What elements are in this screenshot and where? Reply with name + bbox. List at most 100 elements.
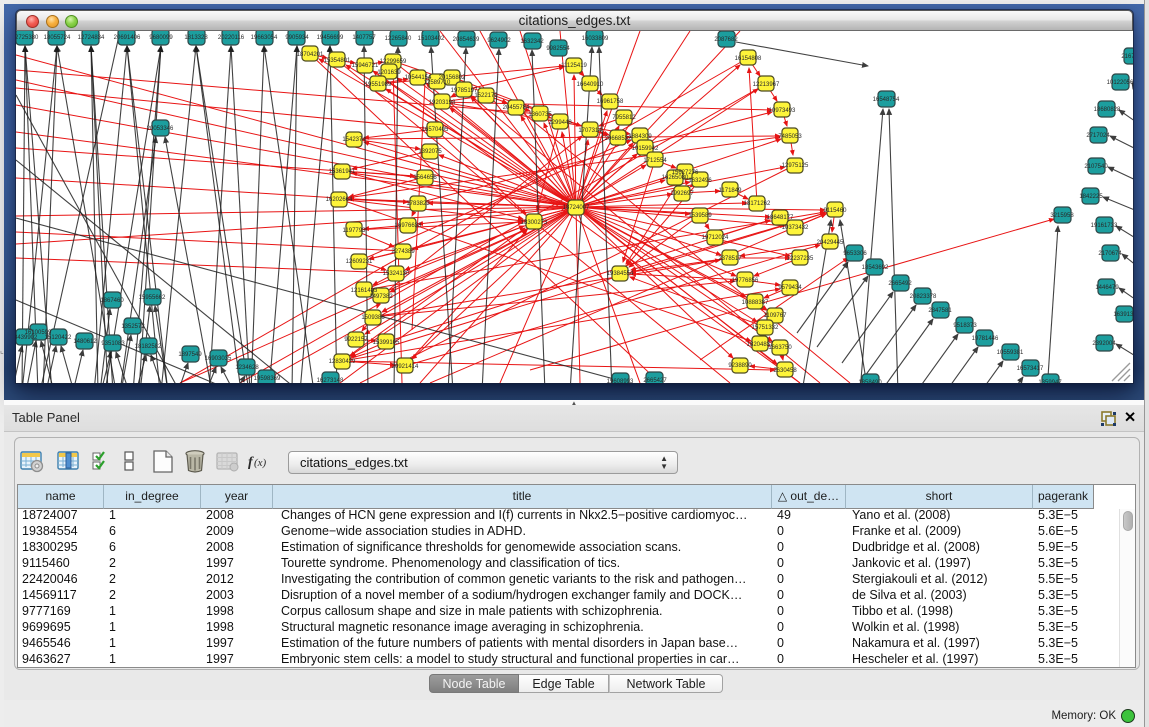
svg-text:9115460: 9115460 (824, 208, 848, 214)
svg-text:2087682: 2087682 (714, 37, 738, 43)
svg-text:10888387: 10888387 (742, 300, 769, 306)
svg-text:19776856: 19776856 (732, 278, 759, 284)
svg-text:1663750: 1663750 (768, 345, 792, 351)
svg-text:1813328: 1813328 (184, 35, 208, 41)
svg-text:2107540: 2107540 (1084, 164, 1108, 170)
svg-text:1539589: 1539589 (688, 213, 712, 219)
svg-text:19551989: 19551989 (365, 82, 392, 88)
svg-text:1632496: 1632496 (688, 178, 712, 184)
svg-text:18724007: 18724007 (563, 205, 590, 211)
svg-text:16573417: 16573417 (1017, 366, 1044, 372)
svg-text:18300273: 18300273 (521, 220, 548, 226)
svg-text:1234628: 1234628 (235, 365, 259, 371)
svg-text:1509386: 1509386 (361, 315, 385, 321)
svg-text:16903035: 16903035 (205, 356, 232, 362)
svg-text:1783823: 1783823 (406, 201, 430, 207)
svg-text:12213967: 12213967 (753, 82, 780, 88)
svg-text:15399105: 15399105 (373, 340, 400, 346)
svg-text:1497382: 1497382 (369, 294, 393, 300)
svg-text:20455784: 20455784 (503, 105, 530, 111)
svg-text:2378517: 2378517 (718, 256, 742, 262)
svg-text:7485053: 7485053 (778, 134, 802, 140)
svg-text:18648177: 18648177 (767, 215, 794, 221)
svg-text:15361941: 15361941 (329, 169, 356, 175)
svg-text:9238890: 9238890 (728, 363, 752, 369)
svg-text:9653306: 9653306 (843, 251, 867, 257)
svg-text:9680099: 9680099 (149, 35, 173, 41)
svg-text:12609231: 12609231 (346, 259, 373, 265)
svg-text:12724834: 12724834 (78, 35, 105, 41)
svg-text:18439902: 18439902 (16, 335, 38, 341)
svg-text:1201639: 1201639 (377, 70, 401, 76)
svg-text:9624902: 9624902 (487, 38, 511, 44)
svg-text:12830429: 12830429 (329, 359, 356, 365)
svg-text:1842225: 1842225 (1079, 194, 1103, 200)
svg-text:19598369: 19598369 (254, 376, 281, 382)
svg-text:18543692: 18543692 (862, 265, 889, 271)
svg-text:18704201: 18704201 (297, 52, 324, 58)
svg-text:18680828: 18680828 (1094, 107, 1121, 113)
svg-text:20429445: 20429445 (817, 240, 844, 246)
svg-text:9579434: 9579434 (778, 285, 802, 291)
svg-text:12237235: 12237235 (787, 256, 814, 262)
svg-text:15751332: 15751332 (752, 325, 779, 331)
svg-text:18182582: 18182582 (135, 344, 162, 350)
svg-text:1352572: 1352572 (121, 324, 145, 330)
svg-text:12725380: 12725380 (16, 35, 39, 41)
svg-text:2299448: 2299448 (548, 120, 572, 126)
svg-text:19161733: 19161733 (1091, 223, 1118, 229)
svg-text:7955812: 7955812 (612, 115, 636, 121)
svg-text:1632342: 1632342 (520, 39, 544, 45)
svg-text:2717024: 2717024 (1086, 133, 1110, 139)
svg-text:19608993: 19608993 (607, 379, 634, 383)
svg-text:1707314: 1707314 (578, 128, 602, 134)
svg-text:2392004: 2392004 (1092, 341, 1116, 347)
svg-text:15120422: 15120422 (45, 335, 72, 341)
svg-text:9518373: 9518373 (953, 323, 977, 329)
svg-text:20854639: 20854639 (453, 37, 480, 43)
svg-text:15324130: 15324130 (383, 271, 410, 277)
svg-text:9982554: 9982554 (546, 46, 570, 52)
svg-text:1109767: 1109767 (764, 313, 788, 319)
svg-text:1407757: 1407757 (352, 35, 376, 41)
svg-text:16265080: 16265080 (662, 175, 689, 181)
svg-text:20691406: 20691406 (114, 35, 141, 41)
svg-text:1884309: 1884309 (628, 134, 652, 140)
svg-text:1858490: 1858490 (858, 380, 882, 383)
svg-text:1446479: 1446479 (1095, 285, 1119, 291)
svg-text:10122056: 10122056 (1107, 80, 1133, 86)
svg-text:9905934: 9905934 (285, 35, 309, 41)
svg-text:9351083: 9351083 (101, 341, 125, 347)
svg-text:20220116: 20220116 (218, 35, 245, 41)
svg-text:11125419: 11125419 (561, 63, 587, 69)
svg-text:2170674: 2170674 (1098, 251, 1122, 257)
svg-text:12975125: 12975125 (782, 163, 809, 169)
svg-text:16548754: 16548754 (873, 97, 900, 103)
svg-text:19203198: 19203198 (429, 100, 456, 106)
svg-text:1360735: 1360735 (528, 112, 552, 118)
svg-text:1897549: 1897549 (178, 352, 202, 358)
svg-text:2665427: 2665427 (643, 378, 667, 383)
svg-text:2274389: 2274389 (391, 249, 415, 255)
svg-text:1480612: 1480612 (73, 339, 97, 345)
svg-text:16976638: 16976638 (395, 223, 422, 229)
svg-text:16961758: 16961758 (597, 99, 624, 105)
svg-text:2167136: 2167136 (1121, 54, 1133, 60)
svg-text:10373432: 10373432 (782, 225, 809, 231)
svg-text:16640910: 16640910 (577, 82, 604, 88)
svg-text:1197793: 1197793 (343, 228, 367, 234)
svg-text:1392075: 1392075 (418, 149, 442, 155)
svg-text:19781446: 19781446 (972, 336, 999, 342)
svg-text:1712554: 1712554 (643, 158, 667, 164)
svg-text:1359947: 1359947 (1038, 380, 1062, 383)
svg-text:1639131: 1639131 (1113, 312, 1133, 318)
svg-text:3215958: 3215958 (1050, 213, 1074, 219)
svg-text:10559381: 10559381 (997, 350, 1024, 356)
svg-text:16154808: 16154808 (735, 56, 762, 62)
svg-text:9922157: 9922157 (344, 337, 368, 343)
svg-text:19384554: 19384554 (607, 271, 634, 277)
svg-text:19712024: 19712024 (702, 235, 729, 241)
svg-text:12299659: 12299659 (380, 59, 407, 65)
svg-text:2665492: 2665492 (888, 281, 912, 287)
svg-text:16273148: 16273148 (317, 378, 344, 383)
